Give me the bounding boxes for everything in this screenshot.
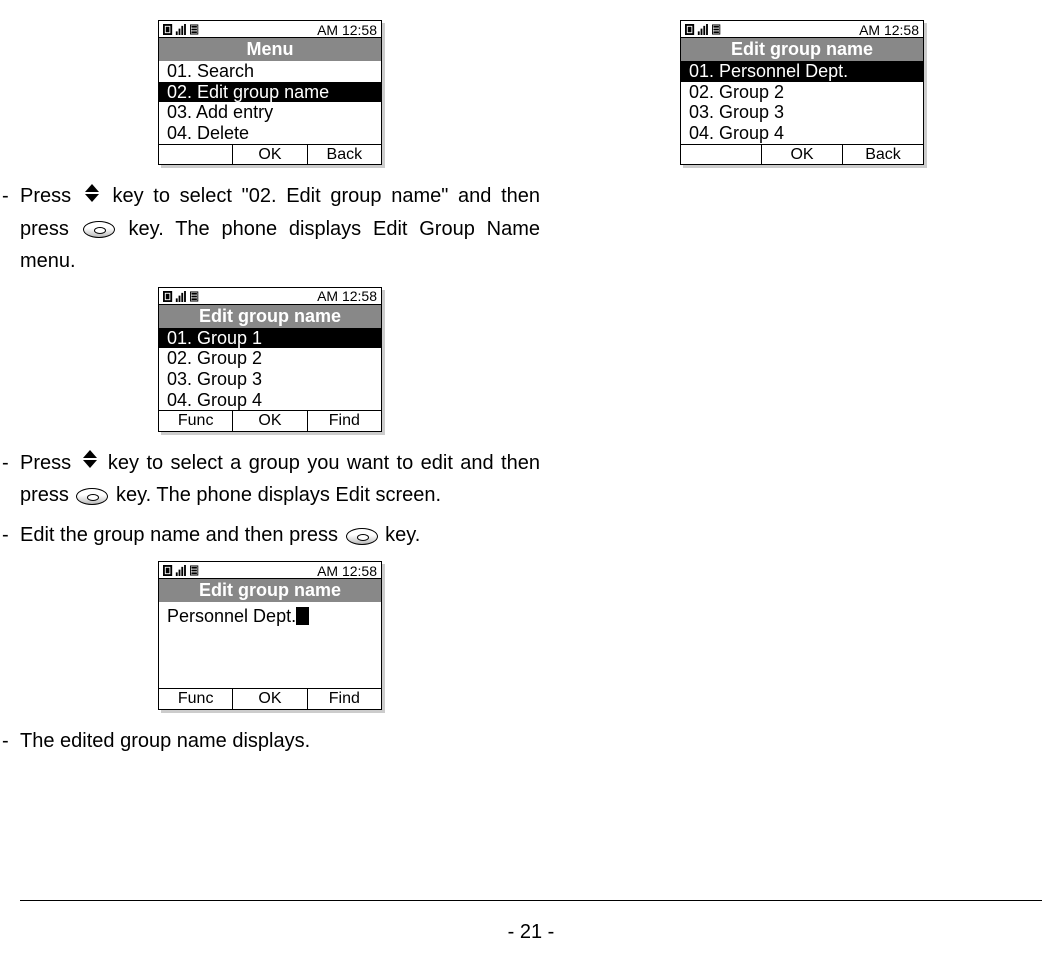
instruction-text: Edit the group name and then press key. (20, 519, 540, 551)
time-label: AM 12:58 (317, 22, 377, 38)
instruction-text: Press key to select a group you want to … (20, 447, 540, 512)
list-dash: - (0, 519, 20, 551)
menu-item[interactable]: 03. Group 3 (681, 102, 923, 123)
status-bar: AM 12:58 (159, 562, 381, 579)
updown-key-icon (83, 181, 101, 213)
menu-item[interactable]: 04. Group 4 (159, 390, 381, 411)
phone-screen-edit-input: AM 12:58 Edit group name Personnel Dept.… (158, 561, 382, 709)
menu-item[interactable]: 04. Delete (159, 123, 381, 144)
list-dash: - (0, 725, 20, 757)
list-dash: - (0, 180, 20, 277)
status-icons (163, 565, 200, 576)
softkey-right[interactable]: Back (308, 145, 381, 164)
page-number: - 21 - (508, 921, 555, 943)
screen-title: Edit group name (681, 38, 923, 61)
menu-item[interactable]: 01. Search (159, 61, 381, 82)
menu-item[interactable]: 01. Personnel Dept. (681, 61, 923, 82)
menu-item[interactable]: 03. Add entry (159, 102, 381, 123)
center-key-icon (83, 221, 115, 238)
status-icons (163, 24, 200, 35)
instruction-text: Press key to select "02. Edit group name… (20, 180, 540, 277)
softkey-left[interactable] (159, 145, 233, 164)
updown-key-icon (81, 447, 99, 479)
softkey-center[interactable]: OK (233, 145, 307, 164)
menu-list: 01. Personnel Dept. 02. Group 2 03. Grou… (681, 61, 923, 144)
phone-screen-menu: AM 12:58 Menu 01. Search 02. Edit group … (158, 20, 382, 165)
softkey-center[interactable]: OK (233, 411, 307, 430)
phone-screen-edit-list: AM 12:58 Edit group name 01. Group 1 02.… (158, 287, 382, 432)
list-dash: - (0, 447, 20, 512)
text-cursor (296, 607, 309, 625)
center-key-icon (76, 488, 108, 505)
menu-item[interactable]: 03. Group 3 (159, 369, 381, 390)
time-label: AM 12:58 (317, 288, 377, 304)
menu-item[interactable]: 02. Group 2 (681, 82, 923, 103)
softkey-right[interactable]: Find (308, 689, 381, 708)
status-bar: AM 12:58 (681, 21, 923, 38)
softkey-left[interactable]: Func (159, 689, 233, 708)
screen-title: Menu (159, 38, 381, 61)
screen-title: Edit group name (159, 579, 381, 602)
time-label: AM 12:58 (859, 22, 919, 38)
menu-item[interactable]: 04. Group 4 (681, 123, 923, 144)
time-label: AM 12:58 (317, 563, 377, 579)
softkey-center[interactable]: OK (233, 689, 307, 708)
status-bar: AM 12:58 (159, 21, 381, 38)
softkey-right[interactable]: Back (843, 145, 923, 164)
text-input-area[interactable]: Personnel Dept. (159, 602, 381, 688)
softkey-bar: OK Back (681, 144, 923, 164)
input-value: Personnel Dept. (167, 606, 296, 626)
softkey-bar: Func OK Find (159, 688, 381, 708)
softkey-bar: Func OK Find (159, 410, 381, 430)
instruction-block: - The edited group name displays. (0, 725, 540, 757)
softkey-bar: OK Back (159, 144, 381, 164)
menu-item[interactable]: 01. Group 1 (159, 328, 381, 349)
instruction-text: The edited group name displays. (20, 725, 540, 757)
status-icons (163, 291, 200, 302)
softkey-left[interactable] (681, 145, 762, 164)
center-key-icon (346, 528, 378, 545)
softkey-center[interactable]: OK (762, 145, 843, 164)
status-bar: AM 12:58 (159, 288, 381, 305)
menu-item[interactable]: 02. Edit group name (159, 82, 381, 103)
instruction-block: - Press key to select a group you want t… (0, 447, 540, 552)
phone-screen-result-list: AM 12:58 Edit group name 01. Personnel D… (680, 20, 924, 165)
page-footer: - 21 - (0, 900, 1062, 944)
softkey-left[interactable]: Func (159, 411, 233, 430)
menu-list: 01. Group 1 02. Group 2 03. Group 3 04. … (159, 328, 381, 411)
menu-list: 01. Search 02. Edit group name 03. Add e… (159, 61, 381, 144)
screen-title: Edit group name (159, 305, 381, 328)
menu-item[interactable]: 02. Group 2 (159, 348, 381, 369)
instruction-block: - Press key to select "02. Edit group na… (0, 180, 540, 277)
softkey-right[interactable]: Find (308, 411, 381, 430)
status-icons (685, 24, 722, 35)
